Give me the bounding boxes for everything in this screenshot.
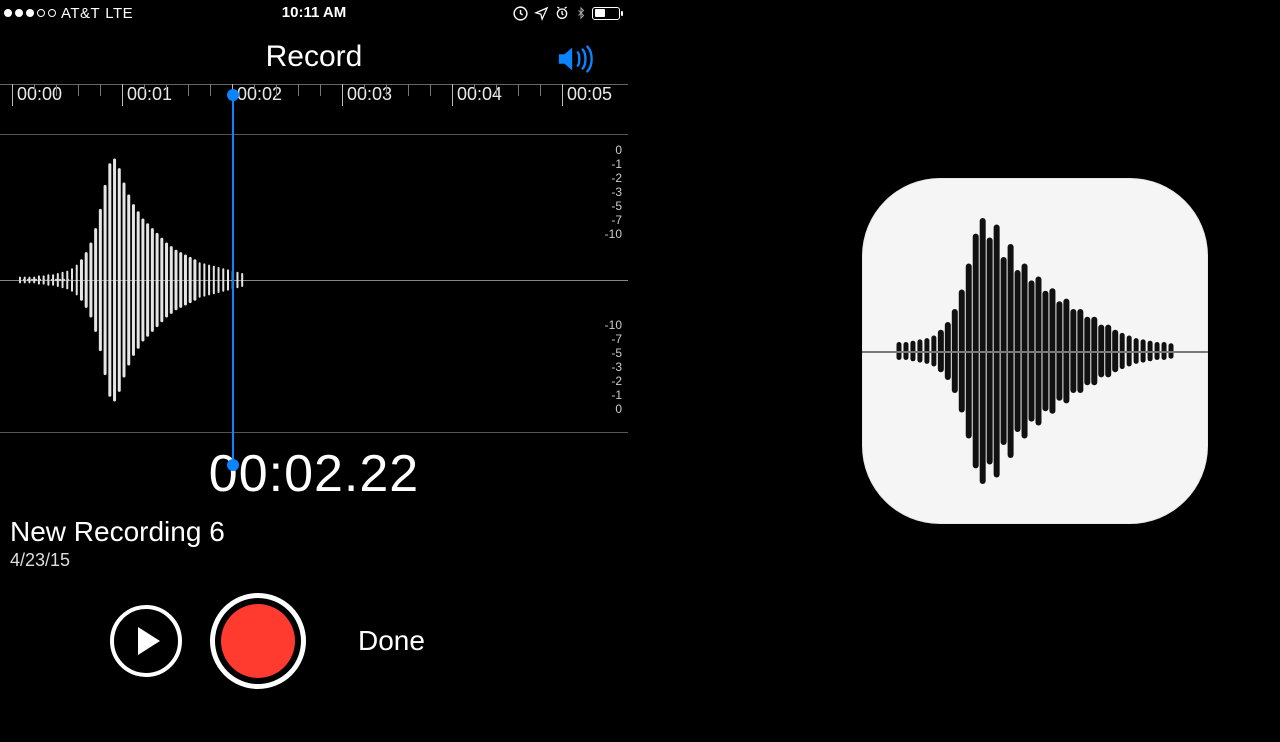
record-icon: [221, 604, 295, 678]
recording-date: 4/23/15: [10, 550, 628, 571]
battery-icon: [592, 7, 620, 20]
ruler-tick-label: 00:04: [452, 84, 502, 105]
done-button[interactable]: Done: [358, 625, 425, 657]
speaker-icon: [556, 44, 594, 74]
db-scale: 0-1-2-3-5-7-10 -10-7-5-3-2-10: [582, 143, 622, 416]
db-label: -2: [582, 374, 622, 388]
ruler-tick-label: 00:05: [562, 84, 612, 105]
alarm-icon: [554, 5, 570, 21]
ruler-tick-label: 00:03: [342, 84, 392, 105]
sync-icon: [512, 5, 529, 22]
location-icon: [534, 6, 549, 21]
db-label: -2: [582, 171, 622, 185]
elapsed-time: 00:02.22: [0, 444, 628, 504]
db-label: 0: [582, 143, 622, 157]
signal-strength-icon: [4, 9, 56, 17]
page-title: Record: [266, 40, 363, 74]
playhead[interactable]: [232, 95, 234, 465]
db-label: -1: [582, 388, 622, 402]
db-label: 0: [582, 402, 622, 416]
recording-name[interactable]: New Recording 6: [10, 516, 628, 548]
waveform-area[interactable]: 0-1-2-3-5-7-10 -10-7-5-3-2-10: [0, 134, 628, 424]
carrier-label: AT&T: [61, 5, 100, 22]
play-icon: [138, 627, 160, 655]
ruler-tick-label: 00:00: [12, 84, 62, 105]
db-label: -3: [582, 185, 622, 199]
bluetooth-icon: [575, 5, 587, 21]
waveform-icon: [0, 135, 570, 425]
db-label: -7: [582, 332, 622, 346]
controls-row: Done: [0, 593, 628, 689]
voice-memos-app-icon: [862, 178, 1208, 524]
db-label: -5: [582, 346, 622, 360]
db-label: -7: [582, 213, 622, 227]
status-bar: AT&T LTE 10:11 AM: [0, 0, 628, 26]
voice-memos-screen: AT&T LTE 10:11 AM: [0, 0, 628, 742]
ruler-tick-label: 00:02: [232, 84, 282, 105]
record-button[interactable]: [210, 593, 306, 689]
network-label: LTE: [105, 5, 133, 22]
db-label: -5: [582, 199, 622, 213]
speaker-button[interactable]: [556, 44, 594, 79]
db-label: -3: [582, 360, 622, 374]
db-label: -1: [582, 157, 622, 171]
status-clock: 10:11 AM: [282, 4, 346, 21]
play-button[interactable]: [110, 605, 182, 677]
timeline-ruler[interactable]: 00:00 00:01 00:02 00:03 00:04 00:05: [0, 84, 628, 134]
db-label: -10: [582, 318, 622, 332]
ruler-tick-label: 00:01: [122, 84, 172, 105]
db-label: -10: [582, 227, 622, 241]
